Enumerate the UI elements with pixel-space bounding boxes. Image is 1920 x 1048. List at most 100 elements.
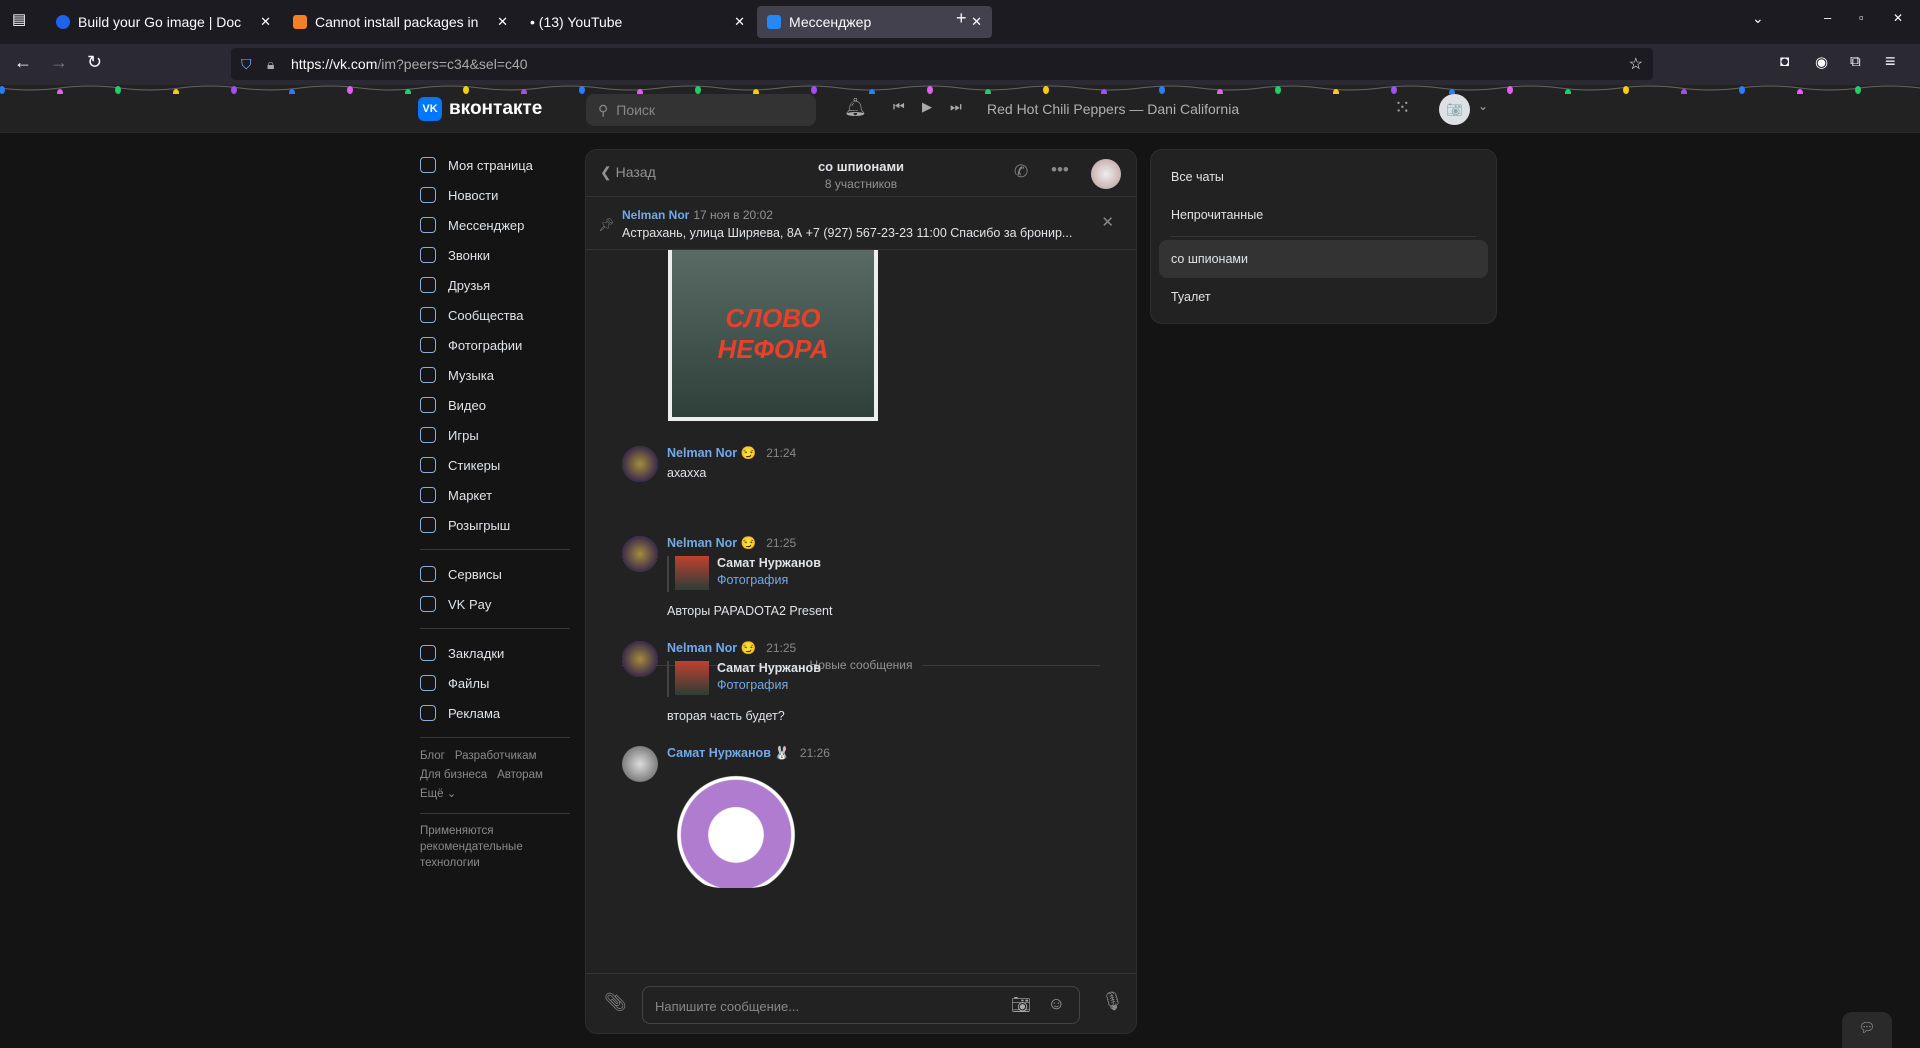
sidebar-item[interactable]: Видео — [420, 390, 570, 420]
forwarded-type[interactable]: Фотография — [717, 678, 821, 692]
garland-bulb — [463, 86, 469, 94]
reload-icon[interactable]: ↻ — [87, 52, 102, 73]
close-window-icon[interactable]: ✕ — [1893, 11, 1903, 25]
sidebar-item-icon — [420, 397, 436, 413]
sticker[interactable] — [672, 770, 800, 888]
photo-attachment[interactable]: СЛОВО НЕФОРА — [668, 250, 878, 421]
sidebar-item[interactable]: Файлы — [420, 668, 570, 698]
avatar[interactable] — [622, 641, 658, 677]
garland-bulb — [811, 86, 817, 94]
extensions-icon[interactable]: ⧉ — [1850, 53, 1861, 70]
folder-spies[interactable]: со шпионами — [1159, 240, 1488, 278]
back-icon[interactable]: ← — [14, 52, 32, 73]
camera-icon[interactable]: 📷︎ — [1011, 995, 1031, 1015]
message-input[interactable]: Напишите сообщение... 📷︎ ☺ — [642, 986, 1080, 1024]
forwarded-type[interactable]: Фотография — [717, 573, 821, 587]
forward-icon[interactable]: → — [50, 52, 68, 73]
forwarded-message[interactable]: Самат Нуржанов Фотография — [667, 661, 821, 697]
sidebar-item[interactable]: Сообщества — [420, 300, 570, 330]
sidebar-item-label: Видео — [448, 397, 486, 413]
footer-link-developers[interactable]: Разработчикам — [455, 750, 537, 762]
play-icon[interactable]: ▶ — [922, 99, 932, 115]
message-author[interactable]: Nelman Nor 😏 — [667, 446, 756, 460]
footer-more[interactable]: Ещё ⌄ — [420, 788, 456, 800]
phone-icon[interactable]: ✆ — [1014, 162, 1028, 182]
folder-all-chats[interactable]: Все чаты — [1159, 158, 1488, 196]
sidebar-item[interactable]: Музыка — [420, 360, 570, 390]
pinned-message[interactable]: 📌︎ Nelman Nor 17 ноя в 20:02 Астрахань, у… — [586, 197, 1136, 250]
close-icon[interactable]: ✕ — [971, 14, 982, 30]
maximize-icon[interactable]: ▫ — [1859, 10, 1864, 25]
new-tab-icon[interactable]: + — [956, 8, 967, 29]
sidebar-item[interactable]: Игры — [420, 420, 570, 450]
footer-link-blog[interactable]: Блог — [420, 750, 445, 762]
sidebar-item[interactable]: Розыгрыш — [420, 510, 570, 540]
sidebar-item[interactable]: Мессенджер — [420, 210, 570, 240]
tab-docker[interactable]: Build your Go image | Doc ✕ — [46, 6, 281, 38]
emoji-icon[interactable]: ☺ — [1048, 994, 1065, 1014]
chat-bubble-icon[interactable]: 💬︎ — [1842, 1012, 1892, 1048]
sidebar-item-label: Моя страница — [448, 157, 533, 173]
bell-icon[interactable]: 🔔︎ — [844, 97, 867, 118]
sidebar-item[interactable]: Закладки — [420, 638, 570, 668]
apps-grid-icon[interactable]: ⁙ — [1394, 95, 1411, 120]
close-icon[interactable]: ✕ — [734, 14, 745, 30]
message-author[interactable]: Nelman Nor 😏 — [667, 536, 756, 550]
sidebar-item[interactable]: Реклама — [420, 698, 570, 728]
close-icon[interactable]: ✕ — [260, 14, 271, 30]
sidebar-item[interactable]: Фотографии — [420, 330, 570, 360]
garland-bulb — [231, 86, 237, 94]
tab-youtube[interactable]: • (13) YouTube ✕ — [520, 6, 755, 38]
more-icon[interactable]: ••• — [1051, 160, 1069, 180]
menu-icon[interactable]: ≡ — [1885, 51, 1896, 72]
close-icon[interactable]: ✕ — [497, 14, 508, 30]
folder-toilet[interactable]: Туалет — [1159, 278, 1488, 316]
vk-logo[interactable]: VK вконтакте — [418, 97, 542, 121]
pinned-text: Астрахань, улица Ширяева, 8А +7 (927) 56… — [622, 226, 1073, 240]
avatar[interactable] — [622, 446, 658, 482]
microphone-icon[interactable]: 🎙︎ — [1101, 991, 1124, 1012]
message-author[interactable]: Nelman Nor 😏 — [667, 641, 756, 655]
tab-list-icon[interactable]: ▤ — [12, 10, 26, 28]
sidebar-item[interactable]: Стикеры — [420, 450, 570, 480]
garland-bulb — [115, 86, 121, 94]
message-author[interactable]: Самат Нуржанов 🐰 — [667, 746, 790, 760]
recommendation-note[interactable]: Применяются рекомендательные технологии — [420, 823, 550, 871]
pocket-icon[interactable]: ◘ — [1780, 53, 1789, 70]
chat-avatar[interactable] — [1091, 159, 1121, 189]
profile-avatar[interactable]: 📷︎ — [1439, 94, 1470, 125]
vk-icon: VK — [418, 97, 442, 121]
account-icon[interactable]: ◉ — [1815, 53, 1828, 71]
footer-link-authors[interactable]: Авторам — [497, 769, 543, 781]
sidebar-item[interactable]: Звонки — [420, 240, 570, 270]
avatar[interactable] — [622, 746, 658, 782]
sidebar-item[interactable]: Друзья — [420, 270, 570, 300]
sidebar-item-label: Звонки — [448, 247, 490, 263]
close-pin-icon[interactable]: ✕ — [1101, 213, 1114, 231]
previous-track-icon[interactable]: ⏮ — [893, 99, 905, 115]
attach-icon[interactable]: 📎︎ — [604, 992, 627, 1013]
sidebar-item-label: Реклама — [448, 705, 501, 721]
minimize-icon[interactable]: – — [1824, 10, 1831, 25]
footer-link-business[interactable]: Для бизнеса — [420, 769, 487, 781]
tab-stackoverflow[interactable]: Cannot install packages in ✕ — [283, 6, 518, 38]
bookmark-star-icon[interactable]: ☆ — [1629, 54, 1643, 74]
avatar[interactable] — [622, 536, 658, 572]
divider — [420, 549, 570, 550]
sidebar-item-label: Фотографии — [448, 337, 523, 353]
forwarded-message[interactable]: Самат Нуржанов Фотография — [667, 556, 821, 592]
sidebar-item[interactable]: Маркет — [420, 480, 570, 510]
chevron-down-icon[interactable]: ⌄ — [1478, 99, 1488, 113]
sidebar-item[interactable]: VK Pay — [420, 589, 570, 619]
next-track-icon[interactable]: ⏭ — [950, 99, 962, 115]
folder-unread[interactable]: Непрочитанные — [1159, 196, 1488, 234]
sidebar-item[interactable]: Новости — [420, 180, 570, 210]
divider — [1171, 236, 1476, 237]
message-time: 21:24 — [766, 446, 797, 460]
now-playing-track[interactable]: Red Hot Chili Peppers — Dani California — [987, 101, 1239, 117]
url-bar[interactable]: ⛉ 🔒︎ https://vk.com/im?peers=c34&sel=c40… — [231, 48, 1653, 80]
sidebar-item[interactable]: Сервисы — [420, 559, 570, 589]
chevron-down-icon[interactable]: ⌄ — [1752, 10, 1764, 27]
search-input[interactable]: ⚲ Поиск — [586, 94, 816, 126]
sidebar-item[interactable]: Моя страница — [420, 150, 570, 180]
